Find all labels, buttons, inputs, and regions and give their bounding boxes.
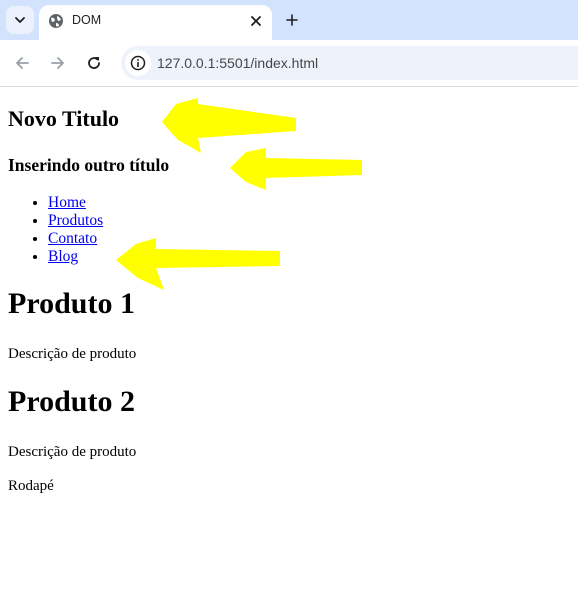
- product-2-title: Produto 2: [8, 385, 135, 418]
- nav-item-blog: Blog: [48, 248, 103, 266]
- address-bar[interactable]: 127.0.0.1:5501/index.html: [121, 46, 578, 80]
- plus-icon: [286, 14, 298, 26]
- product-1-description: Descrição de produto: [8, 346, 137, 362]
- tab-search-button[interactable]: [6, 6, 34, 34]
- reload-button[interactable]: [83, 52, 105, 74]
- nav-link-blog[interactable]: Blog: [48, 248, 78, 265]
- nav-item-produtos: Produtos: [48, 212, 103, 230]
- footer-text: Rodapé: [8, 478, 54, 494]
- chevron-down-icon: [15, 17, 25, 23]
- nav-item-home: Home: [48, 194, 103, 212]
- annotation-arrow-title: [162, 98, 296, 153]
- site-info-button[interactable]: [125, 50, 151, 76]
- nav-link-contato[interactable]: Contato: [48, 230, 97, 247]
- new-tab-button[interactable]: [282, 10, 302, 30]
- page-subtitle: Inserindo outro título: [8, 155, 170, 175]
- info-icon: [130, 55, 146, 71]
- url-text[interactable]: 127.0.0.1:5501/index.html: [157, 55, 318, 71]
- close-tab-button[interactable]: [248, 13, 264, 29]
- tab-title: DOM: [72, 13, 102, 27]
- nav-link-home[interactable]: Home: [48, 194, 86, 211]
- nav-list: Home Produtos Contato Blog: [0, 194, 103, 266]
- product-1-title: Produto 1: [8, 287, 135, 320]
- forward-button[interactable]: [47, 52, 69, 74]
- annotation-arrow-subtitle: [230, 148, 362, 190]
- back-button[interactable]: [11, 52, 33, 74]
- nav-item-contato: Contato: [48, 230, 103, 248]
- globe-icon: [49, 14, 63, 28]
- product-2-description: Descrição de produto: [8, 444, 137, 460]
- arrow-right-icon: [51, 57, 64, 69]
- reload-icon: [88, 57, 100, 69]
- annotation-arrow-nav: [116, 238, 280, 290]
- close-icon: [251, 16, 261, 26]
- arrow-left-icon: [16, 57, 29, 69]
- browser-tab[interactable]: DOM: [39, 5, 272, 40]
- nav-link-produtos[interactable]: Produtos: [48, 212, 103, 229]
- page-title: Novo Titulo: [8, 106, 120, 131]
- browser-toolbar: 127.0.0.1:5501/index.html: [0, 40, 578, 87]
- browser-tab-strip: DOM: [0, 0, 578, 40]
